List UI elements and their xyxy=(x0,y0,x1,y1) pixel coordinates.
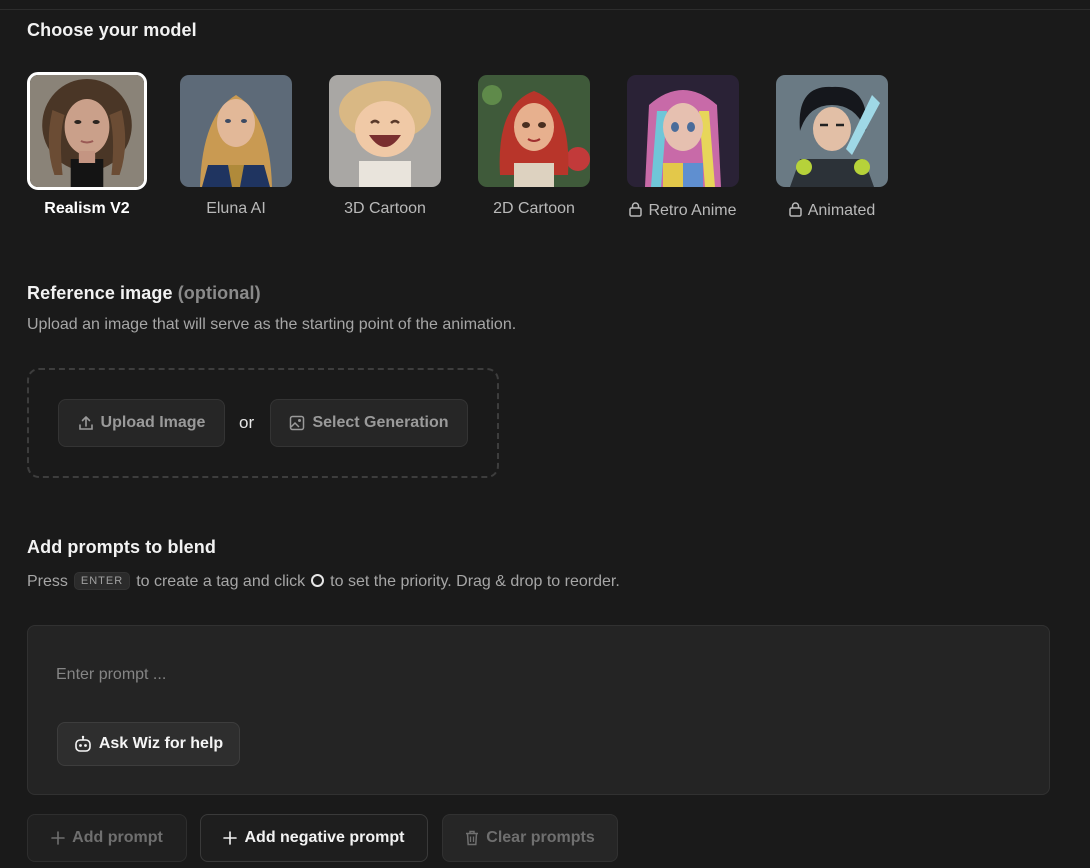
model-thumbnail-animated xyxy=(776,75,888,187)
lock-icon xyxy=(629,202,643,217)
enter-key-badge: ENTER xyxy=(73,572,131,590)
add-negative-prompt-button[interactable]: Add negative prompt xyxy=(200,814,428,862)
plus-icon xyxy=(51,831,65,845)
lock-icon xyxy=(788,202,802,217)
reference-dropzone[interactable]: Upload Image or Select Generation xyxy=(27,368,499,478)
image-icon xyxy=(290,415,305,431)
model-label: Realism V2 xyxy=(44,200,130,217)
model-card-retro-anime[interactable]: Retro Anime xyxy=(623,72,743,220)
model-thumbnail-eluna-ai xyxy=(180,75,292,187)
prompt-editor: Ask Wiz for help xyxy=(27,625,1050,795)
top-divider xyxy=(0,9,1090,10)
model-label: Animated xyxy=(807,202,876,219)
priority-circle-icon xyxy=(311,574,325,587)
or-separator: or xyxy=(239,413,255,432)
add-prompt-button[interactable]: Add prompt xyxy=(27,814,187,862)
model-section-title: Choose your model xyxy=(27,20,197,40)
upload-image-button[interactable]: Upload Image xyxy=(58,399,225,447)
model-card-3d-cartoon[interactable]: 3D Cartoon xyxy=(325,72,445,218)
model-card-2d-cartoon[interactable]: 2D Cartoon xyxy=(474,72,594,218)
model-card-animated[interactable]: Animated xyxy=(772,72,892,220)
clear-prompts-button[interactable]: Clear prompts xyxy=(442,814,618,862)
robot-icon xyxy=(75,735,91,752)
model-list: Realism V2 Eluna AI 3D Cartoon 2D Cartoo… xyxy=(27,72,927,232)
model-label: 2D Cartoon xyxy=(493,200,575,217)
model-label: Retro Anime xyxy=(648,202,737,219)
ask-wiz-button[interactable]: Ask Wiz for help xyxy=(57,722,240,766)
prompt-input[interactable] xyxy=(56,662,1016,688)
model-label: Eluna AI xyxy=(206,200,266,217)
model-thumbnail-realism-v2 xyxy=(27,72,147,190)
model-thumbnail-2d-cartoon xyxy=(478,75,590,187)
reference-section-title: Reference image (optional) xyxy=(27,283,261,303)
reference-section-subtitle: Upload an image that will serve as the s… xyxy=(27,316,517,333)
plus-icon xyxy=(223,831,238,845)
trash-icon xyxy=(466,830,479,846)
select-generation-button[interactable]: Select Generation xyxy=(270,399,468,447)
model-thumbnail-3d-cartoon xyxy=(329,75,441,187)
upload-icon xyxy=(78,416,93,430)
model-card-realism-v2[interactable]: Realism V2 xyxy=(27,72,147,218)
model-thumbnail-retro-anime xyxy=(627,75,739,187)
prompts-help-text: Press ENTER to create a tag and click to se… xyxy=(27,572,620,590)
model-card-eluna-ai[interactable]: Eluna AI xyxy=(176,72,296,218)
optional-label: (optional) xyxy=(177,283,261,303)
prompts-section-title: Add prompts to blend xyxy=(27,537,216,557)
model-label: 3D Cartoon xyxy=(344,200,426,217)
